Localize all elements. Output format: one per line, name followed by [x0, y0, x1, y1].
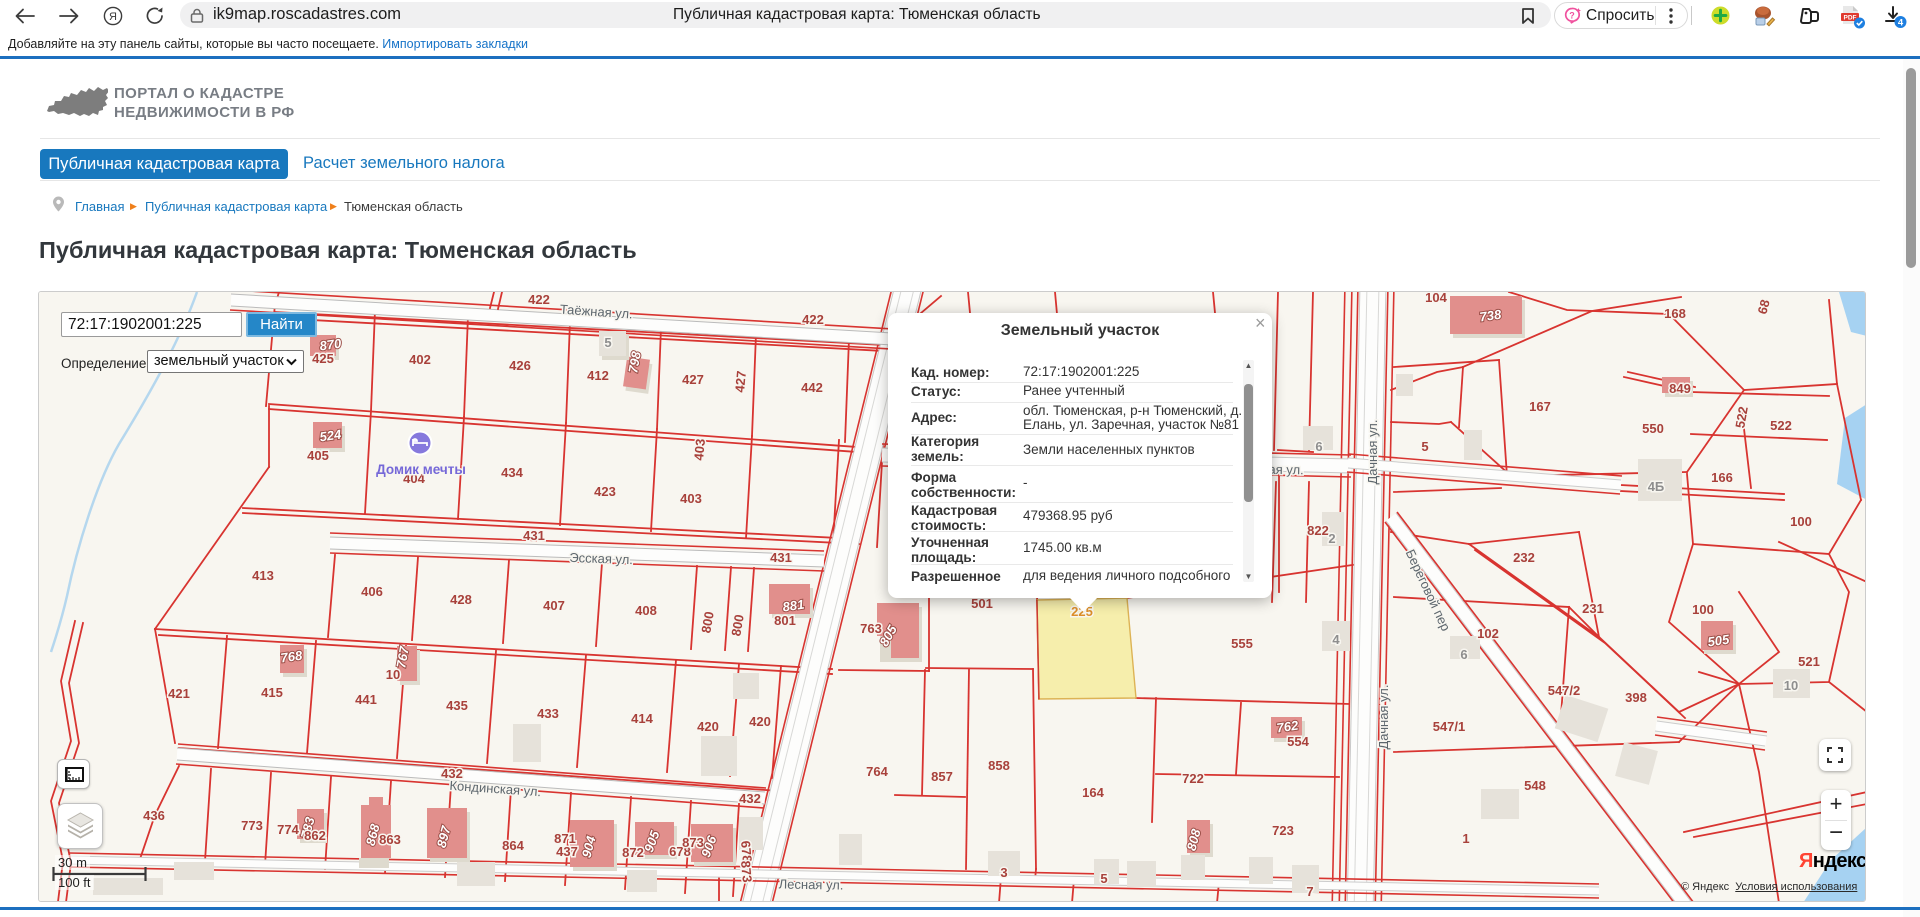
svg-text:403: 403: [680, 491, 702, 506]
svg-text:Я: Я: [109, 11, 117, 23]
svg-text:408: 408: [635, 603, 657, 618]
svg-text:Эсская ул.: Эсская ул.: [569, 550, 633, 567]
svg-text:Домик мечты: Домик мечты: [376, 462, 466, 477]
svg-text:4: 4: [1898, 18, 1904, 29]
svg-text:862: 862: [304, 828, 326, 843]
svg-text:420: 420: [749, 714, 771, 729]
svg-text:232: 232: [1513, 550, 1535, 565]
svg-text:547/2: 547/2: [1548, 683, 1581, 698]
svg-text:437: 437: [556, 844, 578, 859]
svg-text:415: 415: [261, 685, 283, 700]
svg-text:548: 548: [1524, 778, 1546, 793]
svg-text:2: 2: [1328, 531, 1335, 546]
svg-text:426: 426: [509, 358, 531, 373]
svg-text:427: 427: [682, 372, 704, 387]
svg-text:4: 4: [1332, 632, 1340, 647]
svg-text:431: 431: [770, 550, 792, 565]
svg-text:433: 433: [537, 706, 559, 721]
svg-text:6: 6: [1460, 647, 1467, 662]
svg-text:Дачная ул.: Дачная ул.: [1365, 420, 1380, 485]
svg-text:406: 406: [361, 584, 383, 599]
svg-text:6: 6: [1315, 439, 1322, 454]
svg-text:432: 432: [739, 791, 761, 806]
svg-text:405: 405: [307, 448, 329, 463]
svg-text:521: 521: [1798, 654, 1820, 669]
svg-text:764: 764: [866, 764, 888, 779]
svg-text:768: 768: [280, 648, 304, 666]
svg-text:872: 872: [622, 845, 644, 860]
svg-text:425: 425: [312, 351, 334, 366]
svg-text:723: 723: [1272, 823, 1294, 838]
svg-text:231: 231: [1582, 601, 1604, 616]
svg-text:102: 102: [1477, 626, 1499, 641]
svg-text:436: 436: [143, 808, 165, 823]
svg-text:550: 550: [1642, 421, 1664, 436]
svg-text:501: 501: [971, 596, 993, 611]
svg-text:522: 522: [1770, 418, 1792, 433]
svg-text:5: 5: [1421, 439, 1428, 454]
svg-text:423: 423: [594, 484, 616, 499]
svg-text:774: 774: [277, 822, 299, 837]
svg-text:762: 762: [1276, 718, 1300, 736]
svg-text:873: 873: [738, 860, 755, 883]
svg-text:435: 435: [446, 698, 468, 713]
svg-text:4Б: 4Б: [1648, 479, 1665, 494]
svg-text:1: 1: [1462, 831, 1469, 846]
svg-text:ая ул.: ая ул.: [1268, 462, 1304, 478]
svg-text:857: 857: [931, 769, 953, 784]
svg-text:431: 431: [523, 528, 545, 543]
svg-text:547/1: 547/1: [1433, 719, 1466, 734]
svg-text:7: 7: [1306, 884, 1313, 899]
svg-text:Дачная ул.: Дачная ул.: [1376, 685, 1391, 750]
svg-text:?: ?: [1569, 11, 1575, 21]
svg-text:427: 427: [732, 370, 749, 393]
svg-text:3: 3: [1000, 865, 1007, 880]
svg-text:849: 849: [1669, 381, 1691, 396]
svg-text:442: 442: [801, 380, 823, 395]
svg-text:Лесная ул.: Лесная ул.: [779, 876, 844, 892]
svg-text:167: 167: [1529, 399, 1551, 414]
svg-text:870: 870: [319, 336, 343, 354]
svg-text:722: 722: [1182, 771, 1204, 786]
svg-text:402: 402: [409, 352, 431, 367]
svg-text:5: 5: [1100, 871, 1107, 886]
svg-text:164: 164: [1082, 785, 1104, 800]
svg-text:422: 422: [528, 292, 550, 307]
svg-text:441: 441: [355, 692, 377, 707]
svg-text:863: 863: [379, 832, 401, 847]
svg-text:421: 421: [168, 686, 190, 701]
svg-text:422: 422: [802, 312, 824, 327]
svg-text:432: 432: [441, 766, 463, 781]
svg-text:10: 10: [1784, 678, 1798, 693]
svg-text:100: 100: [1692, 602, 1714, 617]
svg-text:166: 166: [1711, 470, 1733, 485]
svg-text:104: 104: [1425, 292, 1447, 305]
svg-text:403: 403: [691, 438, 708, 461]
svg-text:412: 412: [587, 368, 609, 383]
svg-text:738: 738: [1479, 307, 1503, 325]
svg-text:PDF: PDF: [1844, 15, 1857, 22]
svg-text:398: 398: [1625, 690, 1647, 705]
svg-text:10: 10: [386, 667, 400, 682]
svg-text:554: 554: [1287, 734, 1309, 749]
svg-text:428: 428: [450, 592, 472, 607]
svg-text:801: 801: [774, 613, 796, 628]
svg-text:407: 407: [543, 598, 565, 613]
svg-text:763: 763: [860, 621, 882, 636]
svg-text:858: 858: [988, 758, 1010, 773]
svg-text:434: 434: [501, 465, 523, 480]
svg-text:100: 100: [1790, 514, 1812, 529]
svg-text:524: 524: [319, 427, 343, 445]
svg-text:5: 5: [604, 335, 611, 350]
svg-text:420: 420: [697, 719, 719, 734]
svg-text:773: 773: [241, 818, 263, 833]
svg-text:505: 505: [1707, 632, 1731, 650]
svg-text:413: 413: [252, 568, 274, 583]
svg-text:864: 864: [502, 838, 524, 853]
svg-text:168: 168: [1664, 306, 1686, 321]
svg-text:822: 822: [1307, 523, 1329, 538]
svg-text:414: 414: [631, 711, 653, 726]
svg-text:555: 555: [1231, 636, 1253, 651]
svg-text:881: 881: [782, 597, 806, 615]
